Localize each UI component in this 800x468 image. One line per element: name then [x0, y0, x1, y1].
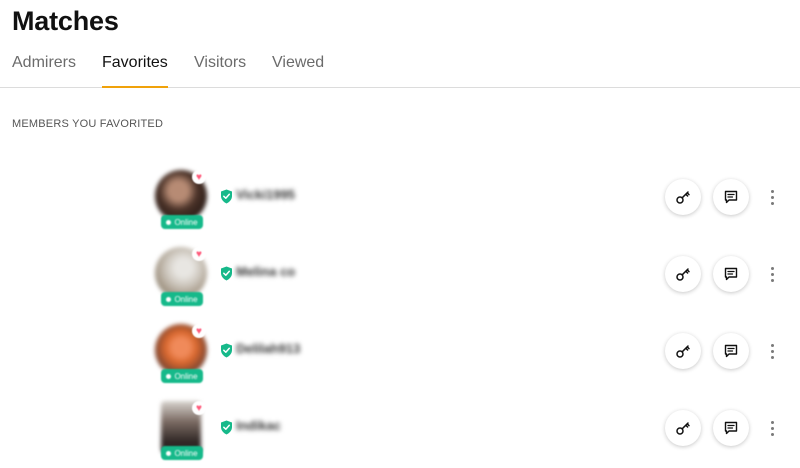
- message-button[interactable]: [713, 179, 749, 215]
- page-title: Matches: [12, 6, 119, 36]
- unlock-button[interactable]: [665, 333, 701, 369]
- avatar[interactable]: ♥ Online: [155, 324, 209, 390]
- member-username[interactable]: Melina co: [236, 264, 295, 279]
- heart-icon: ♥: [192, 170, 206, 184]
- message-button[interactable]: [713, 333, 749, 369]
- heart-icon: ♥: [192, 401, 206, 415]
- key-icon: [676, 191, 690, 204]
- tab-visitors[interactable]: Visitors: [194, 54, 246, 87]
- message-icon: [724, 190, 738, 204]
- shield-check-icon: [221, 266, 232, 281]
- online-badge: Online: [161, 369, 203, 383]
- shield-check-icon: [221, 343, 232, 358]
- list-item[interactable]: ♥ Online Delilah913: [0, 324, 800, 394]
- tab-admirers[interactable]: Admirers: [12, 54, 76, 87]
- message-icon: [724, 344, 738, 358]
- list-item[interactable]: ♥ Online Indikac: [0, 401, 800, 468]
- heart-icon: ♥: [192, 324, 206, 338]
- member-username[interactable]: Indikac: [236, 418, 281, 433]
- online-badge: Online: [161, 215, 203, 229]
- list-item[interactable]: ♥ Online Vicki1995: [0, 170, 800, 240]
- key-icon: [676, 422, 690, 435]
- message-icon: [724, 421, 738, 435]
- message-button[interactable]: [713, 256, 749, 292]
- list-item[interactable]: ♥ Online Melina co: [0, 247, 800, 317]
- shield-check-icon: [221, 420, 232, 435]
- avatar[interactable]: ♥ Online: [155, 401, 209, 467]
- section-heading: MEMBERS YOU FAVORITED: [12, 118, 164, 130]
- message-button[interactable]: [713, 410, 749, 446]
- more-options-button[interactable]: [764, 341, 780, 361]
- more-options-button[interactable]: [764, 264, 780, 284]
- shield-check-icon: [221, 189, 232, 204]
- key-icon: [676, 345, 690, 358]
- more-options-button[interactable]: [764, 187, 780, 207]
- unlock-button[interactable]: [665, 410, 701, 446]
- member-username[interactable]: Vicki1995: [236, 187, 295, 202]
- key-icon: [676, 268, 690, 281]
- tab-viewed[interactable]: Viewed: [272, 54, 324, 87]
- member-username[interactable]: Delilah913: [236, 341, 300, 356]
- more-options-button[interactable]: [764, 418, 780, 438]
- message-icon: [724, 267, 738, 281]
- avatar[interactable]: ♥ Online: [155, 170, 209, 236]
- online-badge: Online: [161, 292, 203, 306]
- unlock-button[interactable]: [665, 256, 701, 292]
- online-badge: Online: [161, 446, 203, 460]
- heart-icon: ♥: [192, 247, 206, 261]
- tab-bar: Admirers Favorites Visitors Viewed: [0, 52, 800, 88]
- tab-favorites[interactable]: Favorites: [102, 54, 168, 88]
- avatar[interactable]: ♥ Online: [155, 247, 209, 313]
- unlock-button[interactable]: [665, 179, 701, 215]
